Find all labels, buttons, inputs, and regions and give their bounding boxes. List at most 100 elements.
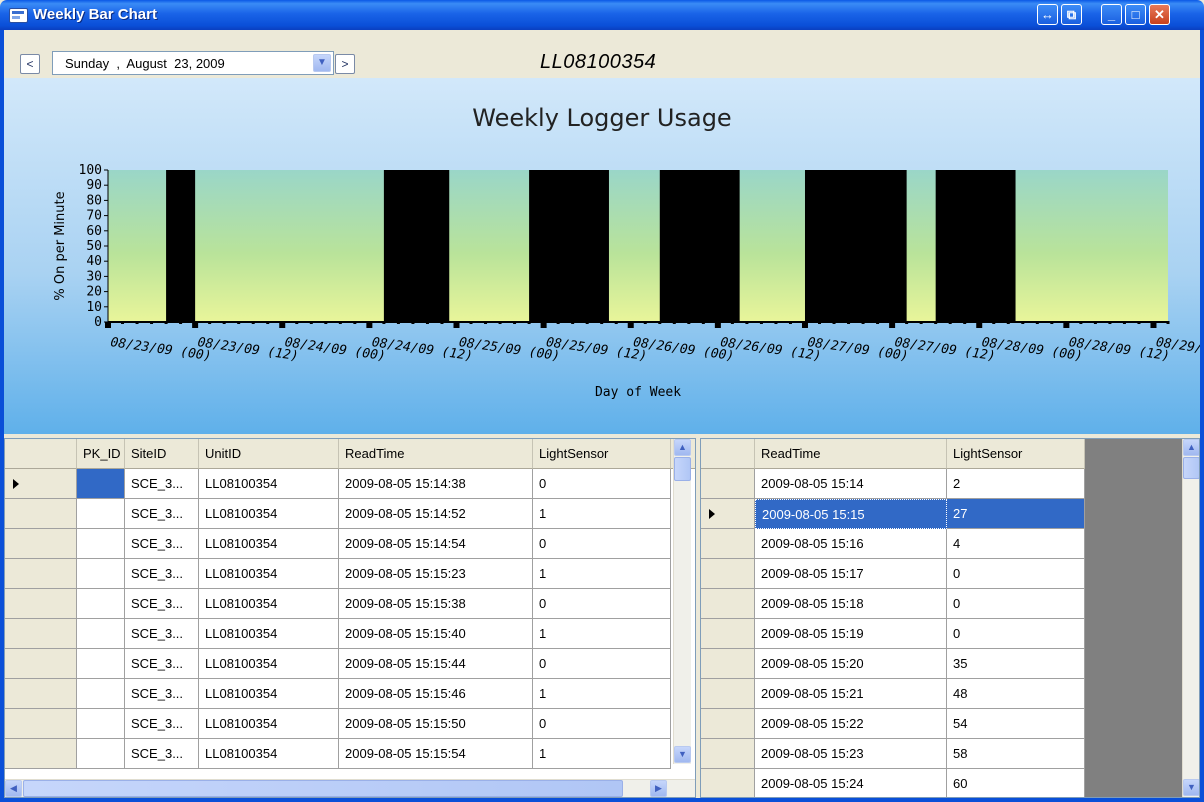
table-cell-light[interactable]: 0 [533,529,671,559]
table-cell-unit[interactable]: LL08100354 [199,499,339,529]
column-header-lightsensor[interactable]: LightSensor [947,439,1085,469]
table-cell-time[interactable]: 2009-08-05 15:24 [755,769,947,797]
table-cell-light[interactable]: 1 [533,499,671,529]
horizontal-scrollbar[interactable]: ◀ ▶ [5,779,695,797]
table-cell-light[interactable]: 58 [947,739,1085,769]
table-cell-unit[interactable]: LL08100354 [199,559,339,589]
column-header-siteid[interactable]: SiteID [125,439,199,469]
row-header[interactable] [5,709,77,739]
table-cell-time[interactable]: 2009-08-05 15:20 [755,649,947,679]
table-cell-time[interactable]: 2009-08-05 15:14:38 [339,469,533,499]
row-header[interactable] [701,649,755,679]
table-cell-light[interactable]: 1 [533,739,671,769]
table-cell-unit[interactable]: LL08100354 [199,739,339,769]
scroll-down-icon[interactable]: ▼ [674,746,691,763]
table-cell-unit[interactable]: LL08100354 [199,709,339,739]
table-cell-time[interactable]: 2009-08-05 15:17 [755,559,947,589]
table-cell-site[interactable]: SCE_3... [125,529,199,559]
row-header[interactable] [5,469,77,499]
table-cell-pk[interactable] [77,559,125,589]
column-header-pk_id[interactable]: PK_ID [77,439,125,469]
table-cell-time[interactable]: 2009-08-05 15:15:46 [339,679,533,709]
table-cell-light[interactable]: 0 [533,649,671,679]
table-cell-pk[interactable] [77,709,125,739]
title-bar[interactable]: Weekly Bar Chart ↔ ⧉ _ □ ✕ [0,0,1204,30]
table-cell-pk[interactable] [77,739,125,769]
table-cell-site[interactable]: SCE_3... [125,589,199,619]
row-header[interactable] [5,559,77,589]
row-header[interactable] [701,589,755,619]
table-cell-unit[interactable]: LL08100354 [199,679,339,709]
extra-button-1[interactable]: ↔ [1037,4,1058,25]
next-day-button[interactable]: > [335,54,355,74]
chevron-down-icon[interactable]: ▼ [313,54,331,72]
table-cell-time[interactable]: 2009-08-05 15:15 [755,499,947,529]
grid-corner[interactable] [5,439,77,469]
row-header[interactable] [5,619,77,649]
extra-button-2[interactable]: ⧉ [1061,4,1082,25]
table-cell-time[interactable]: 2009-08-05 15:18 [755,589,947,619]
table-cell-pk[interactable] [77,619,125,649]
readings-grid[interactable]: PK_ID SiteID UnitID ReadTime LightSensor SCE_… [4,438,696,798]
table-cell-time[interactable]: 2009-08-05 15:23 [755,739,947,769]
table-cell-site[interactable]: SCE_3... [125,559,199,589]
column-header-unitid[interactable]: UnitID [199,439,339,469]
table-cell-site[interactable]: SCE_3... [125,499,199,529]
table-cell-time[interactable]: 2009-08-05 15:15:23 [339,559,533,589]
table-cell-time[interactable]: 2009-08-05 15:15:50 [339,709,533,739]
table-cell-time[interactable]: 2009-08-05 15:14 [755,469,947,499]
table-cell-time[interactable]: 2009-08-05 15:22 [755,709,947,739]
table-cell-light[interactable]: 0 [533,469,671,499]
table-cell-light[interactable]: 1 [533,559,671,589]
row-header[interactable] [701,469,755,499]
table-cell-light[interactable]: 54 [947,709,1085,739]
scroll-thumb[interactable] [1183,457,1199,479]
table-cell-pk[interactable] [77,469,125,499]
table-cell-time[interactable]: 2009-08-05 15:15:54 [339,739,533,769]
row-header[interactable] [5,649,77,679]
row-header[interactable] [701,559,755,589]
row-header[interactable] [701,739,755,769]
table-cell-pk[interactable] [77,589,125,619]
scroll-right-icon[interactable]: ▶ [650,780,667,797]
table-cell-pk[interactable] [77,679,125,709]
table-cell-time[interactable]: 2009-08-05 15:15:44 [339,649,533,679]
table-cell-light[interactable]: 1 [533,619,671,649]
table-cell-site[interactable]: SCE_3... [125,619,199,649]
table-cell-site[interactable]: SCE_3... [125,469,199,499]
app-icon[interactable] [9,8,28,23]
prev-day-button[interactable]: < [20,54,40,74]
table-cell-time[interactable]: 2009-08-05 15:14:54 [339,529,533,559]
column-header-readtime[interactable]: ReadTime [339,439,533,469]
table-cell-time[interactable]: 2009-08-05 15:21 [755,679,947,709]
row-header[interactable] [701,679,755,709]
table-cell-time[interactable]: 2009-08-05 15:14:52 [339,499,533,529]
row-header[interactable] [701,709,755,739]
table-cell-time[interactable]: 2009-08-05 15:19 [755,619,947,649]
table-cell-time[interactable]: 2009-08-05 15:16 [755,529,947,559]
close-button[interactable]: ✕ [1149,4,1170,25]
vertical-scrollbar[interactable]: ▲ ▼ [1182,439,1199,797]
table-cell-light[interactable]: 27 [947,499,1085,529]
row-header[interactable] [5,739,77,769]
table-cell-unit[interactable]: LL08100354 [199,469,339,499]
grid-corner[interactable] [701,439,755,469]
table-cell-light[interactable]: 1 [533,679,671,709]
table-cell-site[interactable]: SCE_3... [125,649,199,679]
table-cell-light[interactable]: 35 [947,649,1085,679]
vertical-scrollbar[interactable]: ▲ ▼ [673,439,691,764]
table-cell-unit[interactable]: LL08100354 [199,529,339,559]
table-cell-light[interactable]: 4 [947,529,1085,559]
table-cell-unit[interactable]: LL08100354 [199,589,339,619]
table-cell-light[interactable]: 48 [947,679,1085,709]
table-cell-light[interactable]: 0 [533,589,671,619]
row-header[interactable] [5,679,77,709]
table-cell-pk[interactable] [77,649,125,679]
scroll-thumb[interactable] [674,457,691,481]
table-cell-time[interactable]: 2009-08-05 15:15:38 [339,589,533,619]
scroll-left-icon[interactable]: ◀ [5,780,22,797]
minute-summary-grid[interactable]: ReadTime LightSensor 2009-08-05 15:14 2 2009… [700,438,1200,798]
table-cell-site[interactable]: SCE_3... [125,679,199,709]
row-header[interactable] [701,769,755,797]
table-cell-light[interactable]: 2 [947,469,1085,499]
